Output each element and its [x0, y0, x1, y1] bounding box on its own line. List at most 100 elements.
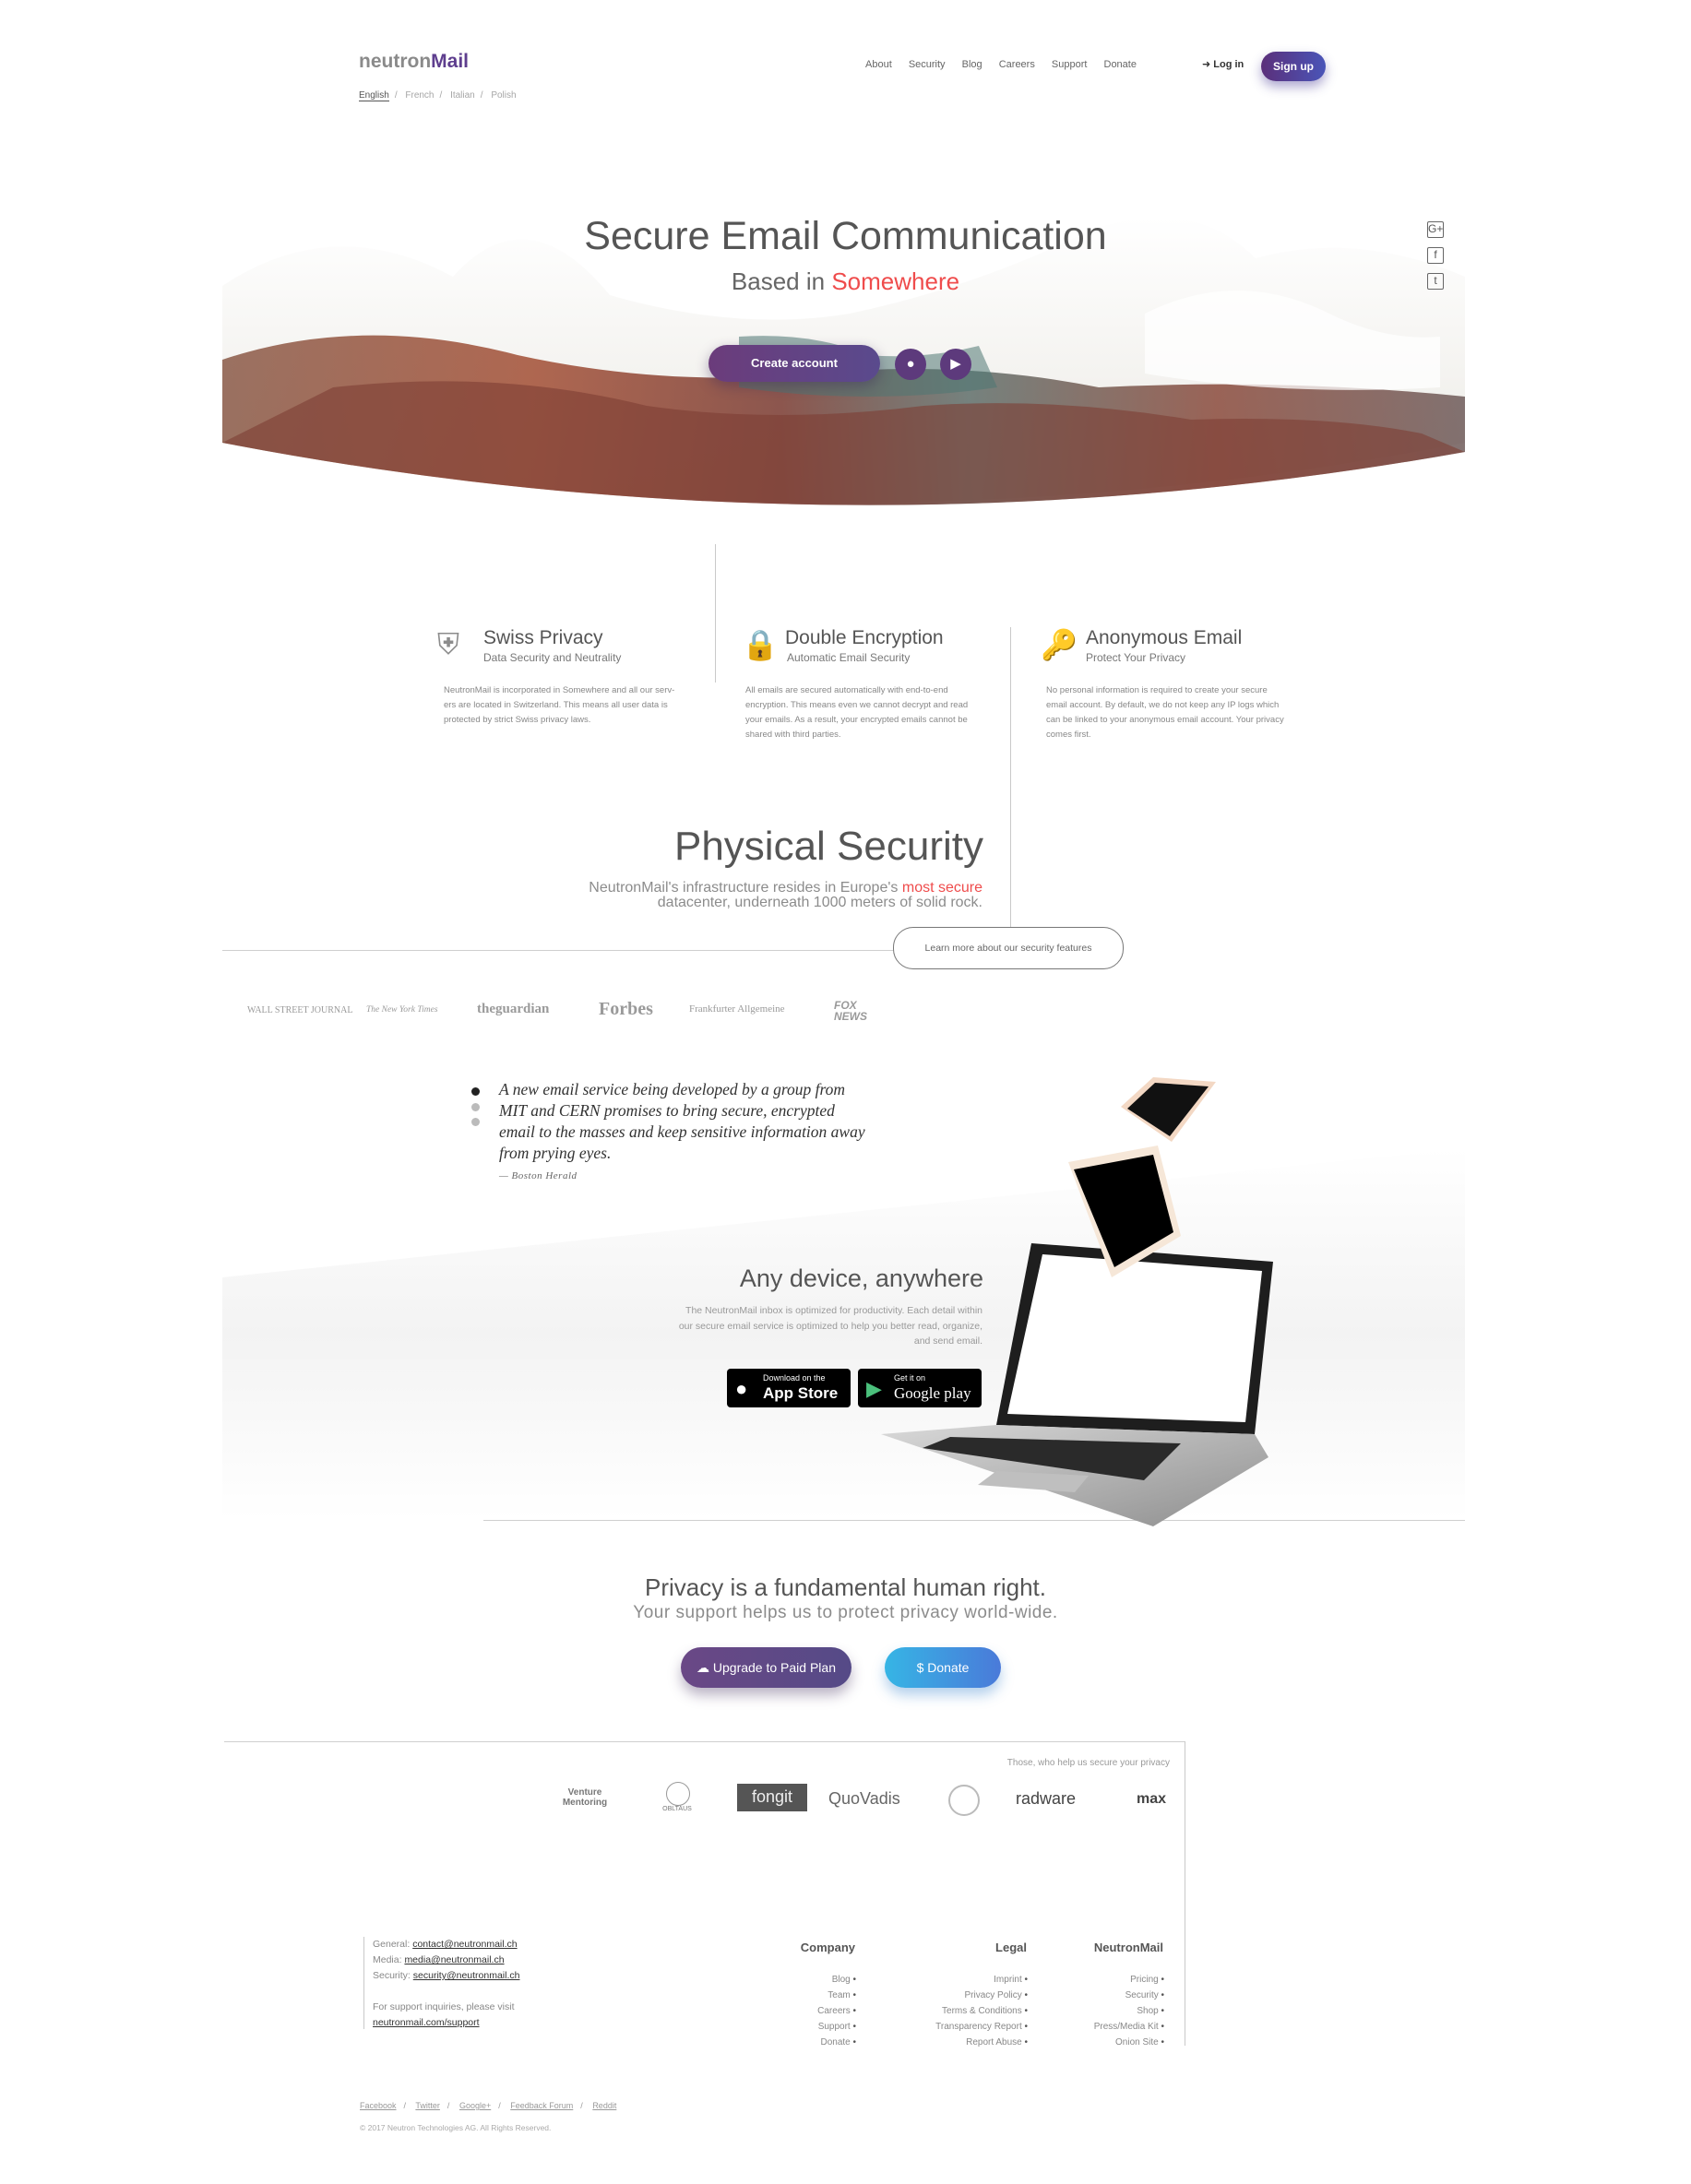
app-store-small: Download on the: [763, 1373, 826, 1383]
logo-neutron: neutron: [359, 51, 432, 72]
donate-button[interactable]: $ Donate: [885, 1647, 1001, 1688]
language-switcher: English / French / Italian / Polish: [359, 90, 517, 101]
privacy-title: Privacy is a fundamental human right.: [645, 1573, 1046, 1601]
footer-facebook[interactable]: Facebook: [360, 2101, 397, 2110]
physical-line1: NeutronMail's infrastructure resides in …: [589, 880, 902, 896]
footer-link-onion[interactable]: Onion Site: [1094, 2035, 1164, 2050]
devices-text: The NeutronMail inbox is optimized for p…: [678, 1305, 982, 1347]
logo-mail: Mail: [431, 51, 469, 72]
cloud-icon: ☁: [697, 1660, 709, 1675]
footer-link-terms[interactable]: Terms & Conditions: [935, 2003, 1028, 2019]
footer-link-pricing[interactable]: Pricing: [1094, 1972, 1164, 1988]
nav-support[interactable]: Support: [1052, 59, 1088, 70]
twitter-icon[interactable]: t: [1427, 273, 1444, 290]
divider: [224, 1741, 1185, 1742]
footer-link-shop[interactable]: Shop: [1094, 2003, 1164, 2019]
nav-about[interactable]: About: [865, 59, 892, 70]
feature-title: Swiss Privacy: [483, 627, 603, 648]
google-play-badge[interactable]: ▶ Get it on Google play: [858, 1369, 982, 1407]
footer-company-links: Blog Team Careers Support Donate: [817, 1972, 856, 2050]
feature-title: Double Encryption: [785, 627, 944, 648]
press-logo-forbes: Forbes: [599, 999, 653, 1019]
support-link[interactable]: neutronmail.com/support: [373, 2015, 519, 2031]
footer-link-security[interactable]: Security: [1094, 1988, 1164, 2003]
footer-googleplus[interactable]: Google+: [459, 2101, 491, 2110]
support-text: For support inquiries, please visit: [373, 2001, 515, 2012]
carousel-dot-active[interactable]: [471, 1087, 480, 1096]
footer-contact: General: contact@neutronmail.ch Media: m…: [373, 1937, 519, 2031]
footer-link-report-abuse[interactable]: Report Abuse: [935, 2035, 1028, 2050]
nav-blog[interactable]: Blog: [962, 59, 982, 70]
devices-title: Any device, anywhere: [739, 1264, 983, 1292]
googleplus-icon[interactable]: G+: [1427, 221, 1444, 238]
footer-reddit[interactable]: Reddit: [592, 2101, 616, 2110]
footer-link-team[interactable]: Team: [817, 1988, 856, 2003]
apple-icon: ●: [906, 356, 915, 372]
press-logo-fox: FOX NEWS: [834, 999, 867, 1023]
apple-app-button[interactable]: ●: [895, 349, 926, 380]
lang-italian[interactable]: Italian: [450, 90, 475, 101]
login-icon: ➜: [1202, 59, 1211, 70]
feature-text: NeutronMail is incorporated in Somewhere…: [444, 685, 675, 725]
sponsors-caption: Those, who help us secure your privacy: [1006, 1758, 1170, 1768]
carousel-dot[interactable]: [471, 1103, 480, 1111]
nav-security[interactable]: Security: [909, 59, 946, 70]
apple-icon: ●: [735, 1377, 748, 1400]
footer-link-imprint[interactable]: Imprint: [935, 1972, 1028, 1988]
footer-link-support[interactable]: Support: [817, 2019, 856, 2035]
footer-company-title: Company: [800, 1941, 855, 1954]
media-email[interactable]: media@neutronmail.ch: [404, 1954, 504, 1965]
physical-security-text: NeutronMail's infrastructure resides in …: [503, 881, 982, 910]
sponsor-obltaus: OBLTAUS: [662, 1806, 692, 1812]
general-label: General:: [373, 1939, 413, 1950]
app-store-badge[interactable]: ● Download on the App Store: [727, 1369, 851, 1407]
upgrade-button[interactable]: ☁ Upgrade to Paid Plan: [681, 1647, 851, 1688]
lock-icon: 🔒: [742, 628, 779, 661]
footer-link-careers[interactable]: Careers: [817, 2003, 856, 2019]
feature-subtitle: Automatic Email Security: [787, 651, 911, 664]
lang-french[interactable]: French: [405, 90, 434, 101]
learn-more-button[interactable]: Learn more about our security features: [893, 927, 1124, 969]
carousel-dot[interactable]: [471, 1118, 480, 1126]
play-store-button[interactable]: ▶: [940, 349, 971, 380]
sponsor-obltaus-seal: [666, 1782, 690, 1806]
hero-subtitle-prefix: Based in: [731, 267, 832, 295]
divider: [222, 950, 894, 951]
divider: [363, 1937, 364, 2029]
footer-link-press-kit[interactable]: Press/Media Kit: [1094, 2019, 1164, 2035]
hero-subtitle-highlight: Somewhere: [831, 267, 960, 295]
upgrade-label: Upgrade to Paid Plan: [712, 1660, 836, 1675]
footer-twitter[interactable]: Twitter: [415, 2101, 440, 2110]
footer-social-links: Facebook / Twitter / Google+ / Feedback For…: [360, 2101, 617, 2110]
play-icon: ▶: [950, 356, 961, 372]
quote-author: — Boston Herald: [499, 1170, 578, 1181]
footer-link-donate[interactable]: Donate: [817, 2035, 856, 2050]
security-label: Security:: [373, 1970, 413, 1981]
footer-neutronmail-title: NeutronMail: [1093, 1941, 1163, 1954]
login-link[interactable]: ➜ Log in: [1202, 58, 1244, 70]
signup-button[interactable]: Sign up: [1261, 52, 1326, 81]
footer-link-transparency[interactable]: Transparency Report: [935, 2019, 1028, 2035]
google-play-big: Google play: [894, 1384, 971, 1402]
nav-donate[interactable]: Donate: [1104, 59, 1137, 70]
security-email[interactable]: security@neutronmail.ch: [413, 1970, 520, 1981]
footer-link-privacy-policy[interactable]: Privacy Policy: [935, 1988, 1028, 2003]
devices-illustration: [881, 1077, 1273, 1526]
footer-legal-title: Legal: [995, 1941, 1027, 1954]
logo[interactable]: neutronMail: [359, 51, 469, 73]
feature-text: All emails are secured automatically wit…: [745, 685, 969, 740]
footer-feedback-forum[interactable]: Feedback Forum: [510, 2101, 573, 2110]
general-email[interactable]: contact@neutronmail.ch: [412, 1939, 517, 1950]
lang-polish[interactable]: Polish: [491, 90, 516, 101]
press-logo-faz: Frankfurter Allgemeine: [689, 1003, 785, 1015]
facebook-icon[interactable]: f: [1427, 247, 1444, 264]
login-label: Log in: [1213, 59, 1244, 70]
nav-careers[interactable]: Careers: [999, 59, 1035, 70]
google-play-icon: ▶: [866, 1377, 882, 1400]
footer-link-blog[interactable]: Blog: [817, 1972, 856, 1988]
create-account-button[interactable]: Create account: [709, 345, 880, 382]
sponsor-fongit: fongit: [737, 1784, 807, 1811]
timeline-line: [1010, 627, 1011, 928]
lang-english[interactable]: English: [359, 90, 389, 101]
shield-icon: ⛨: [437, 627, 460, 660]
